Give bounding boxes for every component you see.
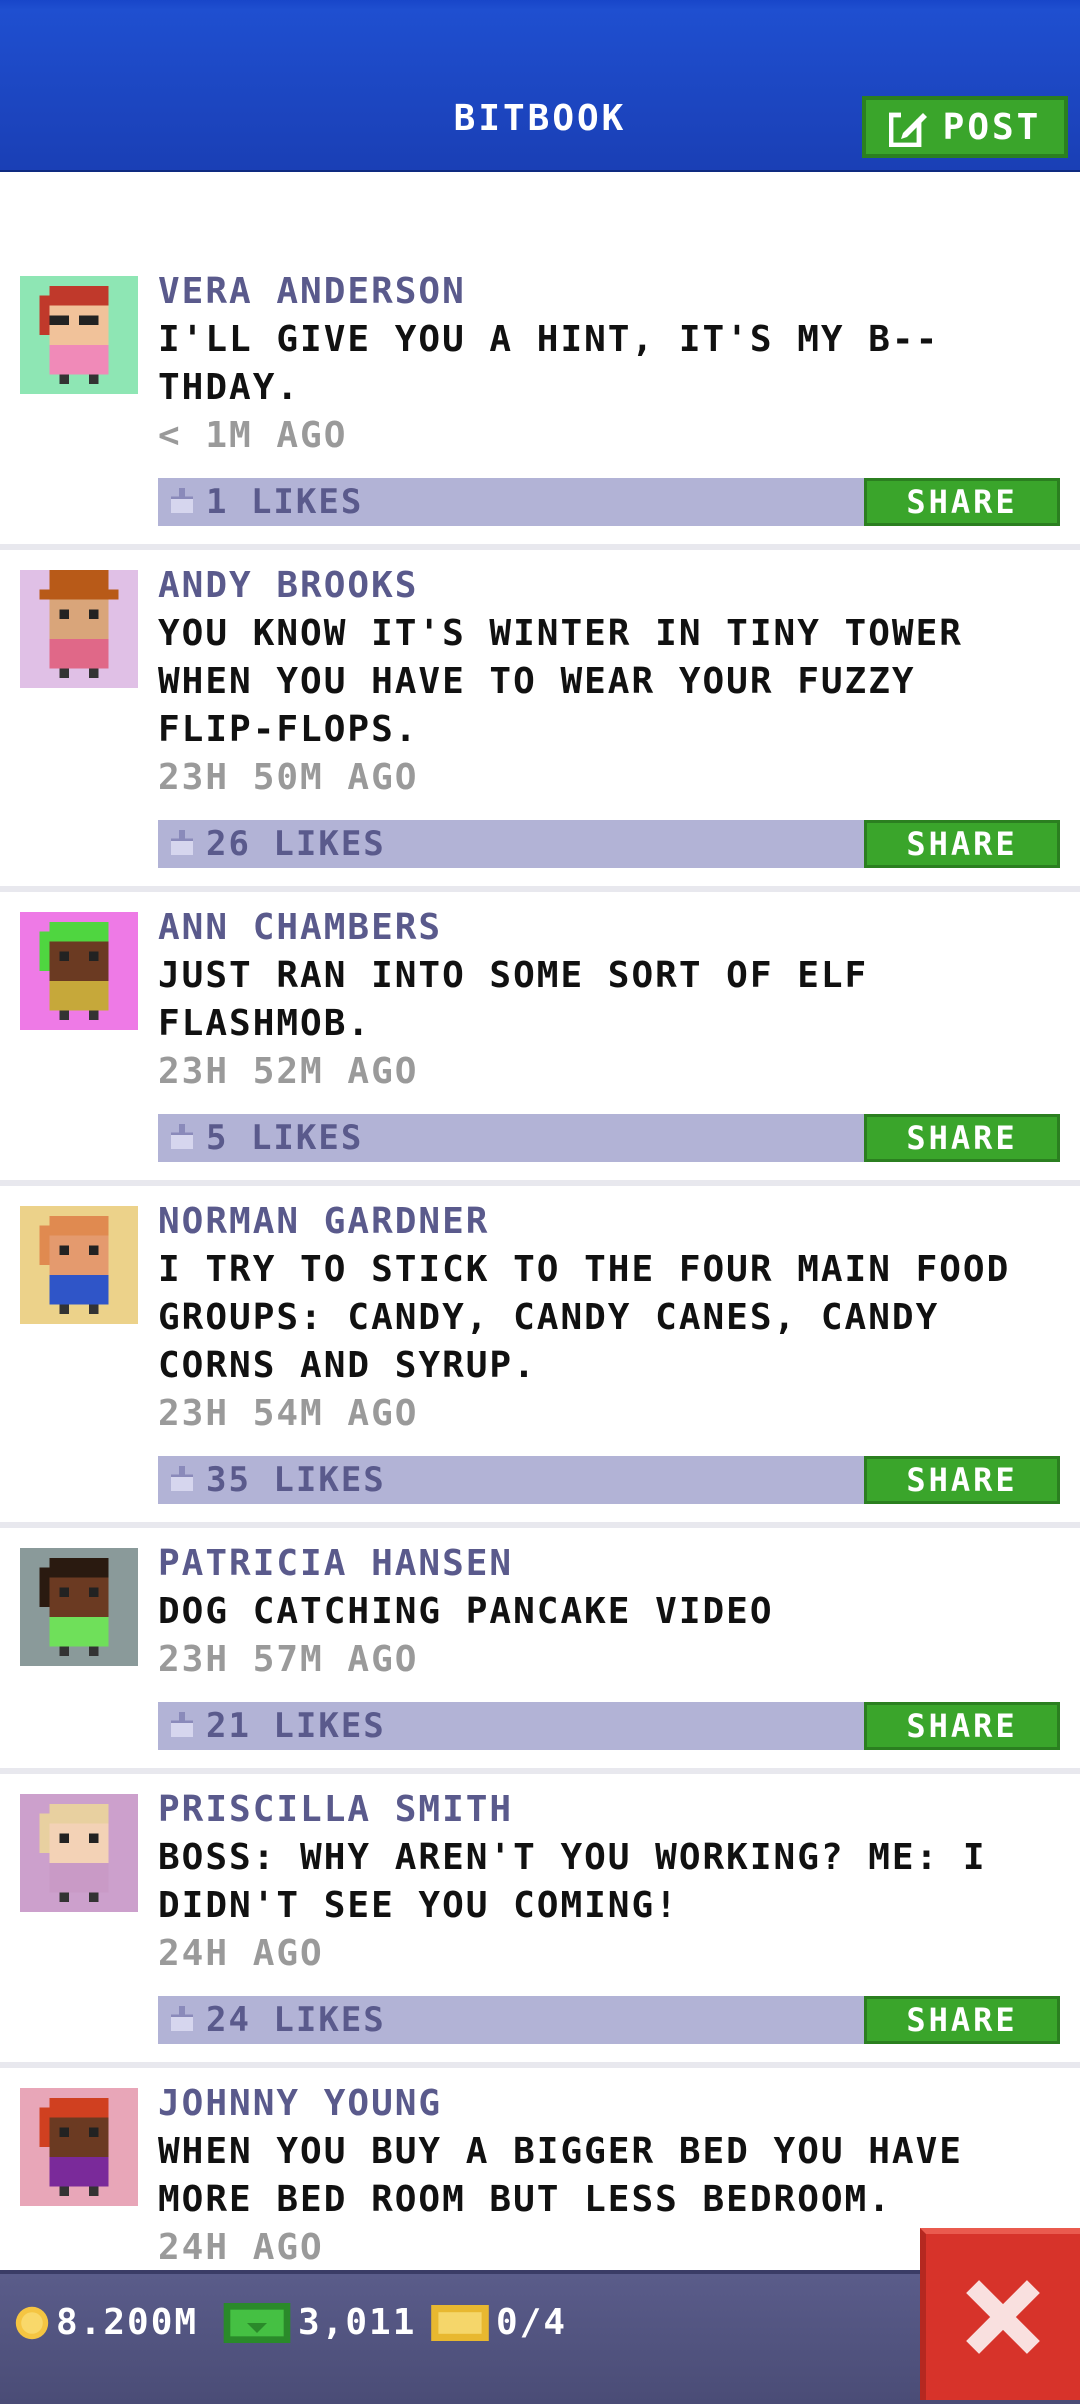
coin-icon (15, 2306, 49, 2339)
coins-value: 8.200M (56, 2302, 199, 2343)
feed-list[interactable]: VERA ANDERSON I'LL GIVE YOU A HINT, IT'S… (0, 256, 1080, 2362)
like-icon[interactable] (168, 1124, 196, 1152)
post-time: 23H 57M AGO (158, 1639, 419, 1680)
share-button[interactable]: SHARE (864, 478, 1060, 526)
post-time: < 1M AGO (158, 415, 348, 456)
likes-count: 5 LIKES (206, 1118, 364, 1158)
post-message: I TRY TO STICK TO THE FOUR MAIN FOOD GRO… (158, 1249, 1011, 1386)
avatar[interactable] (20, 570, 138, 688)
likes-count: 26 LIKES (206, 824, 386, 864)
feed-post: VERA ANDERSON I'LL GIVE YOU A HINT, IT'S… (0, 256, 1080, 550)
likes-bar: 24 LIKES SHARE (158, 1996, 1060, 2044)
post-button[interactable]: POST (862, 96, 1068, 158)
post-button-label: POST (942, 106, 1042, 148)
compose-icon (888, 111, 929, 147)
likes-count: 1 LIKES (206, 482, 364, 522)
likes-bar: 5 LIKES SHARE (158, 1114, 1060, 1162)
post-message: DOG CATCHING PANCAKE VIDEO (158, 1591, 774, 1632)
post-time: 24H AGO (158, 1933, 324, 1974)
feed-post: ANDY BROOKS YOU KNOW IT'S WINTER IN TINY… (0, 550, 1080, 892)
share-button[interactable]: SHARE (864, 1702, 1060, 1750)
like-icon[interactable] (168, 2006, 196, 2034)
author-name[interactable]: VERA ANDERSON (158, 268, 1070, 316)
avatar[interactable] (20, 276, 138, 394)
avatar[interactable] (20, 1548, 138, 1666)
feed-post: PATRICIA HANSEN DOG CATCHING PANCAKE VID… (0, 1528, 1080, 1774)
app-header: BITBOOK POST (0, 0, 1080, 172)
avatar-image (20, 1206, 138, 1324)
avatar-image (20, 1548, 138, 1666)
close-icon (966, 2280, 1040, 2354)
coins-stat: 8.200M (14, 2302, 198, 2343)
post-time: 23H 52M AGO (158, 1051, 419, 1092)
ticket-icon (431, 2304, 489, 2341)
avatar[interactable] (20, 1794, 138, 1912)
bux-value: 3,011 (298, 2302, 417, 2343)
author-name[interactable]: PATRICIA HANSEN (158, 1540, 1070, 1588)
avatar-image (20, 570, 138, 688)
like-icon[interactable] (168, 488, 196, 516)
likes-bar: 26 LIKES SHARE (158, 820, 1060, 868)
feed-post: NORMAN GARDNER I TRY TO STICK TO THE FOU… (0, 1186, 1080, 1528)
author-name[interactable]: JOHNNY YOUNG (158, 2080, 1070, 2128)
avatar[interactable] (20, 1206, 138, 1324)
tickets-stat: 0/4 (430, 2302, 567, 2343)
post-message: WHEN YOU BUY A BIGGER BED YOU HAVE MORE … (158, 2131, 963, 2220)
feed-post: ANN CHAMBERS JUST RAN INTO SOME SORT OF … (0, 892, 1080, 1186)
tickets-value: 0/4 (496, 2302, 568, 2343)
like-icon[interactable] (168, 1466, 196, 1494)
likes-count: 35 LIKES (206, 1460, 386, 1500)
like-icon[interactable] (168, 1712, 196, 1740)
likes-count: 21 LIKES (206, 1706, 386, 1746)
post-message: YOU KNOW IT'S WINTER IN TINY TOWER WHEN … (158, 613, 963, 750)
status-bar: 8.200M 3,011 0/4 (0, 2270, 1080, 2404)
post-message: I'LL GIVE YOU A HINT, IT'S MY B--THDAY. (158, 319, 940, 408)
likes-count: 24 LIKES (206, 2000, 386, 2040)
likes-bar: 1 LIKES SHARE (158, 478, 1060, 526)
feed-post: PRISCILLA SMITH BOSS: WHY AREN'T YOU WOR… (0, 1774, 1080, 2068)
avatar-image (20, 276, 138, 394)
post-time: 23H 50M AGO (158, 757, 419, 798)
post-message: JUST RAN INTO SOME SORT OF ELF FLASHMOB. (158, 955, 869, 1044)
author-name[interactable]: ANDY BROOKS (158, 562, 1070, 610)
author-name[interactable]: NORMAN GARDNER (158, 1198, 1070, 1246)
like-icon[interactable] (168, 830, 196, 858)
likes-bar: 21 LIKES SHARE (158, 1702, 1060, 1750)
author-name[interactable]: PRISCILLA SMITH (158, 1786, 1070, 1834)
avatar-image (20, 2088, 138, 2206)
bux-stat: 3,011 (222, 2302, 416, 2343)
avatar[interactable] (20, 912, 138, 1030)
author-name[interactable]: ANN CHAMBERS (158, 904, 1070, 952)
post-time: 23H 54M AGO (158, 1393, 419, 1434)
close-button[interactable] (920, 2228, 1080, 2400)
bux-icon (223, 2302, 291, 2343)
post-message: BOSS: WHY AREN'T YOU WORKING? ME: I DIDN… (158, 1837, 987, 1926)
avatar-image (20, 1794, 138, 1912)
share-button[interactable]: SHARE (864, 1456, 1060, 1504)
avatar[interactable] (20, 2088, 138, 2206)
likes-bar: 35 LIKES SHARE (158, 1456, 1060, 1504)
share-button[interactable]: SHARE (864, 1996, 1060, 2044)
share-button[interactable]: SHARE (864, 820, 1060, 868)
share-button[interactable]: SHARE (864, 1114, 1060, 1162)
avatar-image (20, 912, 138, 1030)
